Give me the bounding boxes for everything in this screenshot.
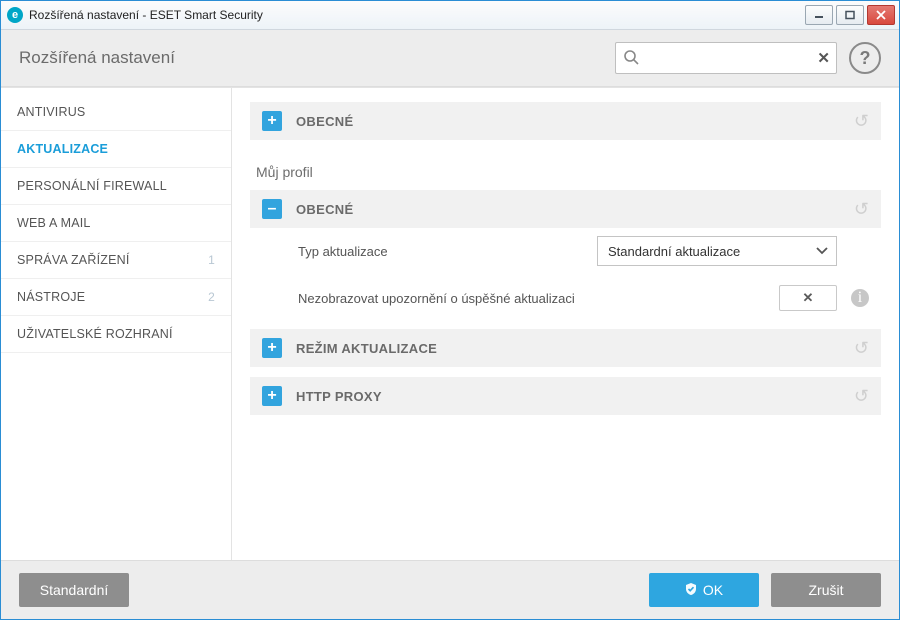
section-update-mode: + REŽIM AKTUALIZACE ↺ [250, 329, 881, 367]
suppress-notice-label: Nezobrazovat upozornění o úspěšné aktual… [298, 291, 779, 306]
sidebar: ANTIVIRUS AKTUALIZACE PERSONÁLNÍ FIREWAL… [1, 88, 232, 560]
section-header-update-mode[interactable]: + REŽIM AKTUALIZACE ↺ [250, 329, 881, 367]
window-title: Rozšířená nastavení - ESET Smart Securit… [29, 8, 805, 22]
collapse-icon: – [262, 199, 282, 219]
reset-icon[interactable]: ↺ [854, 338, 869, 359]
search-input[interactable] [616, 43, 836, 73]
main-content: + OBECNÉ ↺ Můj profil – OBECNÉ ↺ Typ akt… [232, 88, 899, 560]
header-bar: Rozšířená nastavení ✕ ? [1, 30, 899, 87]
page-title: Rozšířená nastavení [19, 48, 615, 68]
ok-button[interactable]: OK [649, 573, 759, 607]
default-button[interactable]: Standardní [19, 573, 129, 607]
sidebar-badge: 2 [208, 290, 215, 304]
sidebar-item-label: NÁSTROJE [17, 290, 85, 304]
section-title: HTTP PROXY [296, 389, 854, 404]
sidebar-item-label: AKTUALIZACE [17, 142, 108, 156]
app-logo-icon: e [7, 7, 23, 23]
section-title: OBECNÉ [296, 114, 854, 129]
sidebar-item-device-mgmt[interactable]: SPRÁVA ZAŘÍZENÍ 1 [1, 242, 231, 279]
select-value: Standardní aktualizace [608, 244, 740, 259]
sidebar-item-label: WEB A MAIL [17, 216, 91, 230]
row-update-type: Typ aktualizace Standardní aktualizace [250, 228, 881, 274]
sidebar-item-label: PERSONÁLNÍ FIREWALL [17, 179, 167, 193]
app-window: e Rozšířená nastavení - ESET Smart Secur… [0, 0, 900, 620]
sidebar-item-label: SPRÁVA ZAŘÍZENÍ [17, 253, 130, 267]
sidebar-badge: 1 [208, 253, 215, 267]
titlebar: e Rozšířená nastavení - ESET Smart Secur… [1, 1, 899, 30]
info-icon[interactable]: i [851, 289, 869, 307]
search-icon [623, 49, 639, 68]
sidebar-item-firewall[interactable]: PERSONÁLNÍ FIREWALL [1, 168, 231, 205]
shield-check-icon [685, 582, 697, 598]
toggle-glyph: ✕ [803, 290, 814, 306]
body: ANTIVIRUS AKTUALIZACE PERSONÁLNÍ FIREWAL… [1, 87, 899, 560]
search-clear-icon[interactable]: ✕ [817, 49, 830, 67]
button-label: Zrušit [809, 582, 844, 598]
search-field[interactable]: ✕ [615, 42, 837, 74]
section-header-general-top[interactable]: + OBECNÉ ↺ [250, 102, 881, 140]
sidebar-item-ui[interactable]: UŽIVATELSKÉ ROZHRANÍ [1, 316, 231, 353]
reset-icon[interactable]: ↺ [854, 199, 869, 220]
section-title: REŽIM AKTUALIZACE [296, 341, 854, 356]
sidebar-item-antivirus[interactable]: ANTIVIRUS [1, 94, 231, 131]
expand-icon: + [262, 386, 282, 406]
section-title: OBECNÉ [296, 202, 854, 217]
button-label: OK [703, 582, 723, 598]
footer: Standardní OK Zrušit [1, 560, 899, 619]
profile-subtitle: Můj profil [250, 150, 881, 190]
button-label: Standardní [40, 582, 109, 598]
help-button[interactable]: ? [849, 42, 881, 74]
cancel-button[interactable]: Zrušit [771, 573, 881, 607]
section-header-general-nested[interactable]: – OBECNÉ ↺ [250, 190, 881, 228]
sidebar-item-web-mail[interactable]: WEB A MAIL [1, 205, 231, 242]
sidebar-item-label: UŽIVATELSKÉ ROZHRANÍ [17, 327, 173, 341]
expand-icon: + [262, 338, 282, 358]
sidebar-item-tools[interactable]: NÁSTROJE 2 [1, 279, 231, 316]
minimize-button[interactable] [805, 5, 833, 25]
section-general-nested: – OBECNÉ ↺ Typ aktualizace Standardní ak… [250, 190, 881, 319]
section-header-http-proxy[interactable]: + HTTP PROXY ↺ [250, 377, 881, 415]
section-http-proxy: + HTTP PROXY ↺ [250, 377, 881, 415]
update-type-select[interactable]: Standardní aktualizace [597, 236, 837, 266]
maximize-button[interactable] [836, 5, 864, 25]
reset-icon[interactable]: ↺ [854, 111, 869, 132]
suppress-notice-toggle[interactable]: ✕ [779, 285, 837, 311]
sidebar-item-label: ANTIVIRUS [17, 105, 85, 119]
update-type-label: Typ aktualizace [298, 244, 597, 259]
chevron-down-icon [814, 242, 830, 261]
close-button[interactable] [867, 5, 895, 25]
section-general-top: + OBECNÉ ↺ [250, 102, 881, 140]
row-suppress-notice: Nezobrazovat upozornění o úspěšné aktual… [250, 277, 881, 319]
window-controls [805, 5, 895, 25]
sidebar-item-aktualizace[interactable]: AKTUALIZACE [1, 131, 231, 168]
expand-icon: + [262, 111, 282, 131]
reset-icon[interactable]: ↺ [854, 386, 869, 407]
